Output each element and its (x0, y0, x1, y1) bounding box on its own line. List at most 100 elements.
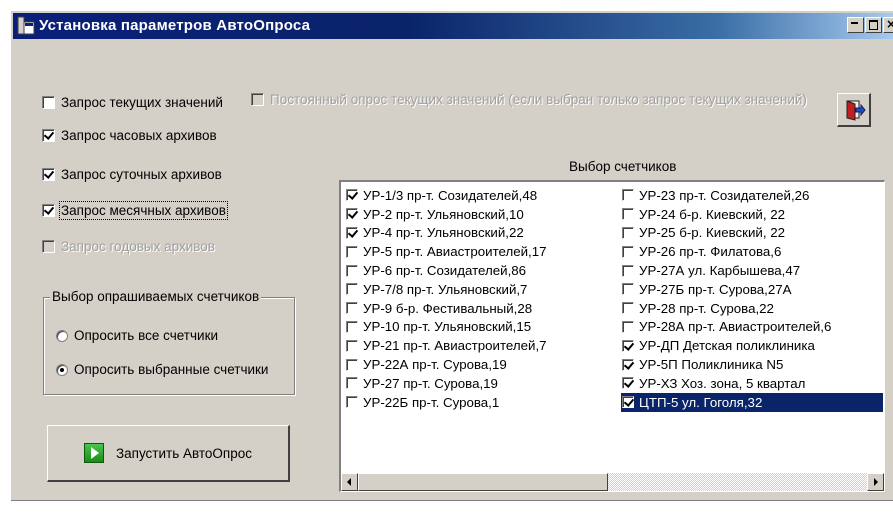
hourly-archive-label: Запрос часовых архивов (61, 128, 217, 143)
checkbox-box (42, 96, 55, 109)
radio-indicator (56, 363, 68, 376)
hourly-archive-checkbox[interactable]: Запрос часовых архивов (42, 128, 217, 143)
meter-label: УР-ХЗ Хоз. зона, 5 квартал (639, 375, 806, 391)
meter-list-item[interactable]: УР-24 б-р. Киевский, 22 (621, 205, 883, 224)
meter-label: УР-28А пр-т. Авиастроителей,6 (639, 319, 832, 335)
meter-list-item[interactable]: УР-27А ул. Карбышева,47 (621, 261, 883, 280)
meter-list-item[interactable]: УР-27Б пр-т. Сурова,27А (621, 280, 883, 299)
meter-list-item[interactable]: ЦТП-5 ул. Гоголя,32 (621, 392, 883, 412)
checkbox-box[interactable] (622, 396, 634, 409)
scroll-left-button[interactable] (341, 473, 358, 491)
checkbox-box[interactable] (622, 264, 634, 277)
checkbox-box[interactable] (346, 226, 358, 239)
checkbox-box[interactable] (346, 264, 358, 277)
checkbox-box[interactable] (622, 245, 634, 258)
yearly-archive-checkbox[interactable]: Запрос годовых архивов (42, 239, 215, 254)
meter-list-item[interactable]: УР-6 пр-т. Созидателей,86 (345, 261, 615, 280)
meter-label: УР-ДП Детская поликлиника (639, 338, 815, 354)
meter-list-item[interactable]: УР-1/3 пр-т. Созидателей,48 (345, 186, 615, 205)
meter-list-item[interactable]: УР-10 пр-т. Ульяновский,15 (345, 318, 615, 337)
window-title: Установка параметров АвтоОпроса (39, 17, 311, 34)
checkbox-box[interactable] (346, 189, 358, 202)
daily-archive-label: Запрос суточных архивов (61, 167, 222, 182)
play-icon (83, 443, 104, 463)
checkbox-box[interactable] (346, 208, 358, 221)
checkbox-box[interactable] (346, 339, 358, 352)
constant-poll-label: Постоянный опрос текущих значений (если … (270, 92, 807, 107)
checkbox-box[interactable] (346, 396, 358, 409)
checkbox-box[interactable] (346, 358, 358, 371)
poll-all-radio[interactable]: Опросить все счетчики (56, 328, 218, 343)
meter-list-item[interactable]: УР-23 пр-т. Созидателей,26 (621, 186, 883, 205)
checkbox-box[interactable] (622, 208, 634, 221)
checkbox-box[interactable] (346, 283, 358, 296)
checkbox-box[interactable] (346, 377, 358, 390)
meter-list-item[interactable]: УР-25 б-р. Киевский, 22 (621, 224, 883, 243)
checkbox-box[interactable] (346, 245, 358, 258)
meter-label: УР-9 б-р. Фестивальный,28 (363, 300, 533, 316)
checkbox-box[interactable] (622, 358, 634, 371)
checkbox-box[interactable] (622, 377, 634, 390)
meter-list-item[interactable]: УР-5П Поликлиника N5 (621, 355, 883, 374)
scrollbar-thumb[interactable] (358, 473, 608, 491)
close-icon: × (886, 17, 893, 31)
checkbox-box[interactable] (622, 226, 634, 239)
meter-list[interactable]: УР-1/3 пр-т. Созидателей,48 УР-2 пр-т. Ул… (339, 180, 885, 492)
monthly-archive-checkbox[interactable]: Запрос месячных архивов (42, 201, 228, 220)
meter-selection-group: Выбор опрашиваемых счетчиков Опросить вс… (43, 289, 295, 395)
checkbox-box[interactable] (622, 189, 634, 202)
meter-list-item[interactable]: УР-26 пр-т. Филатова,6 (621, 242, 883, 261)
meter-list-item[interactable]: УР-28А пр-т. Авиастроителей,6 (621, 318, 883, 337)
checkbox-box[interactable] (622, 283, 634, 296)
constant-poll-checkbox[interactable]: Постоянный опрос текущих значений (если … (251, 92, 807, 107)
title-bar[interactable]: Установка параметров АвтоОпроса × (13, 13, 893, 39)
start-autopoll-button[interactable]: Запустить АвтоОпрос (47, 425, 290, 482)
checkbox-box[interactable] (622, 320, 634, 333)
checkbox-box[interactable] (622, 339, 634, 352)
radio-indicator (56, 329, 68, 342)
checkbox-box (251, 93, 264, 106)
meter-label: УР-28 пр-т. Сурова,22 (639, 300, 774, 316)
meter-list-item[interactable]: УР-5 пр-т. Авиастроителей,17 (345, 242, 615, 261)
meter-list-caption: Выбор счетчиков (569, 159, 677, 174)
meter-list-item[interactable]: УР-9 б-р. Фестивальный,28 (345, 299, 615, 318)
start-autopoll-label: Запустить АвтоОпрос (115, 445, 252, 461)
meter-label: ЦТП-5 ул. Гоголя,32 (639, 394, 763, 410)
checkbox-box[interactable] (622, 302, 634, 315)
horizontal-scrollbar[interactable] (341, 473, 884, 491)
meter-label: УР-27Б пр-т. Сурова,27А (639, 281, 792, 297)
poll-selected-label: Опросить выбранные счетчики (74, 362, 269, 377)
meter-list-item[interactable]: УР-ХЗ Хоз. зона, 5 квартал (621, 374, 883, 393)
meter-label: УР-4 пр-т. Ульяновский,22 (363, 225, 524, 241)
meter-column-1: УР-1/3 пр-т. Созидателей,48 УР-2 пр-т. Ул… (345, 186, 615, 412)
meter-label: УР-27 пр-т. Сурова,19 (363, 375, 498, 391)
meter-label: УР-1/3 пр-т. Созидателей,48 (363, 187, 538, 203)
maximize-button[interactable] (865, 17, 882, 33)
checkbox-box[interactable] (346, 302, 358, 315)
meter-list-item[interactable]: УР-ДП Детская поликлиника (621, 336, 883, 355)
meter-label: УР-5 пр-т. Авиастроителей,17 (363, 244, 547, 260)
checkbox-box (42, 240, 55, 253)
meter-column-2: УР-23 пр-т. Созидателей,26 УР-24 б-р. Кие… (621, 186, 883, 412)
exit-button[interactable] (837, 93, 871, 127)
minimize-button[interactable] (847, 17, 864, 33)
meter-list-item[interactable]: УР-22Б пр-т. Сурова,1 (345, 393, 615, 412)
scroll-right-button[interactable] (867, 473, 884, 491)
meter-list-item[interactable]: УР-27 пр-т. Сурова,19 (345, 374, 615, 393)
meter-list-item[interactable]: УР-4 пр-т. Ульяновский,22 (345, 224, 615, 243)
checkbox-box (42, 168, 55, 181)
meter-list-item[interactable]: УР-21 пр-т. Авиастроителей,7 (345, 336, 615, 355)
meter-list-item[interactable]: УР-7/8 пр-т. Ульяновский,7 (345, 280, 615, 299)
daily-archive-checkbox[interactable]: Запрос суточных архивов (42, 167, 222, 182)
meter-list-item[interactable]: УР-28 пр-т. Сурова,22 (621, 299, 883, 318)
current-values-checkbox[interactable]: Запрос текущих значений (42, 95, 223, 110)
dialog-window: Установка параметров АвтоОпроса × Запрос… (10, 10, 893, 501)
group-legend: Выбор опрашиваемых счетчиков (50, 289, 262, 304)
meter-list-item[interactable]: УР-22А пр-т. Сурова,19 (345, 355, 615, 374)
checkbox-box[interactable] (346, 320, 358, 333)
poll-selected-radio[interactable]: Опросить выбранные счетчики (56, 362, 268, 377)
close-button[interactable]: × (883, 17, 893, 33)
current-values-label: Запрос текущих значений (61, 95, 223, 110)
meter-list-item[interactable]: УР-2 пр-т. Ульяновский,10 (345, 205, 615, 224)
meter-label: УР-26 пр-т. Филатова,6 (639, 244, 782, 260)
